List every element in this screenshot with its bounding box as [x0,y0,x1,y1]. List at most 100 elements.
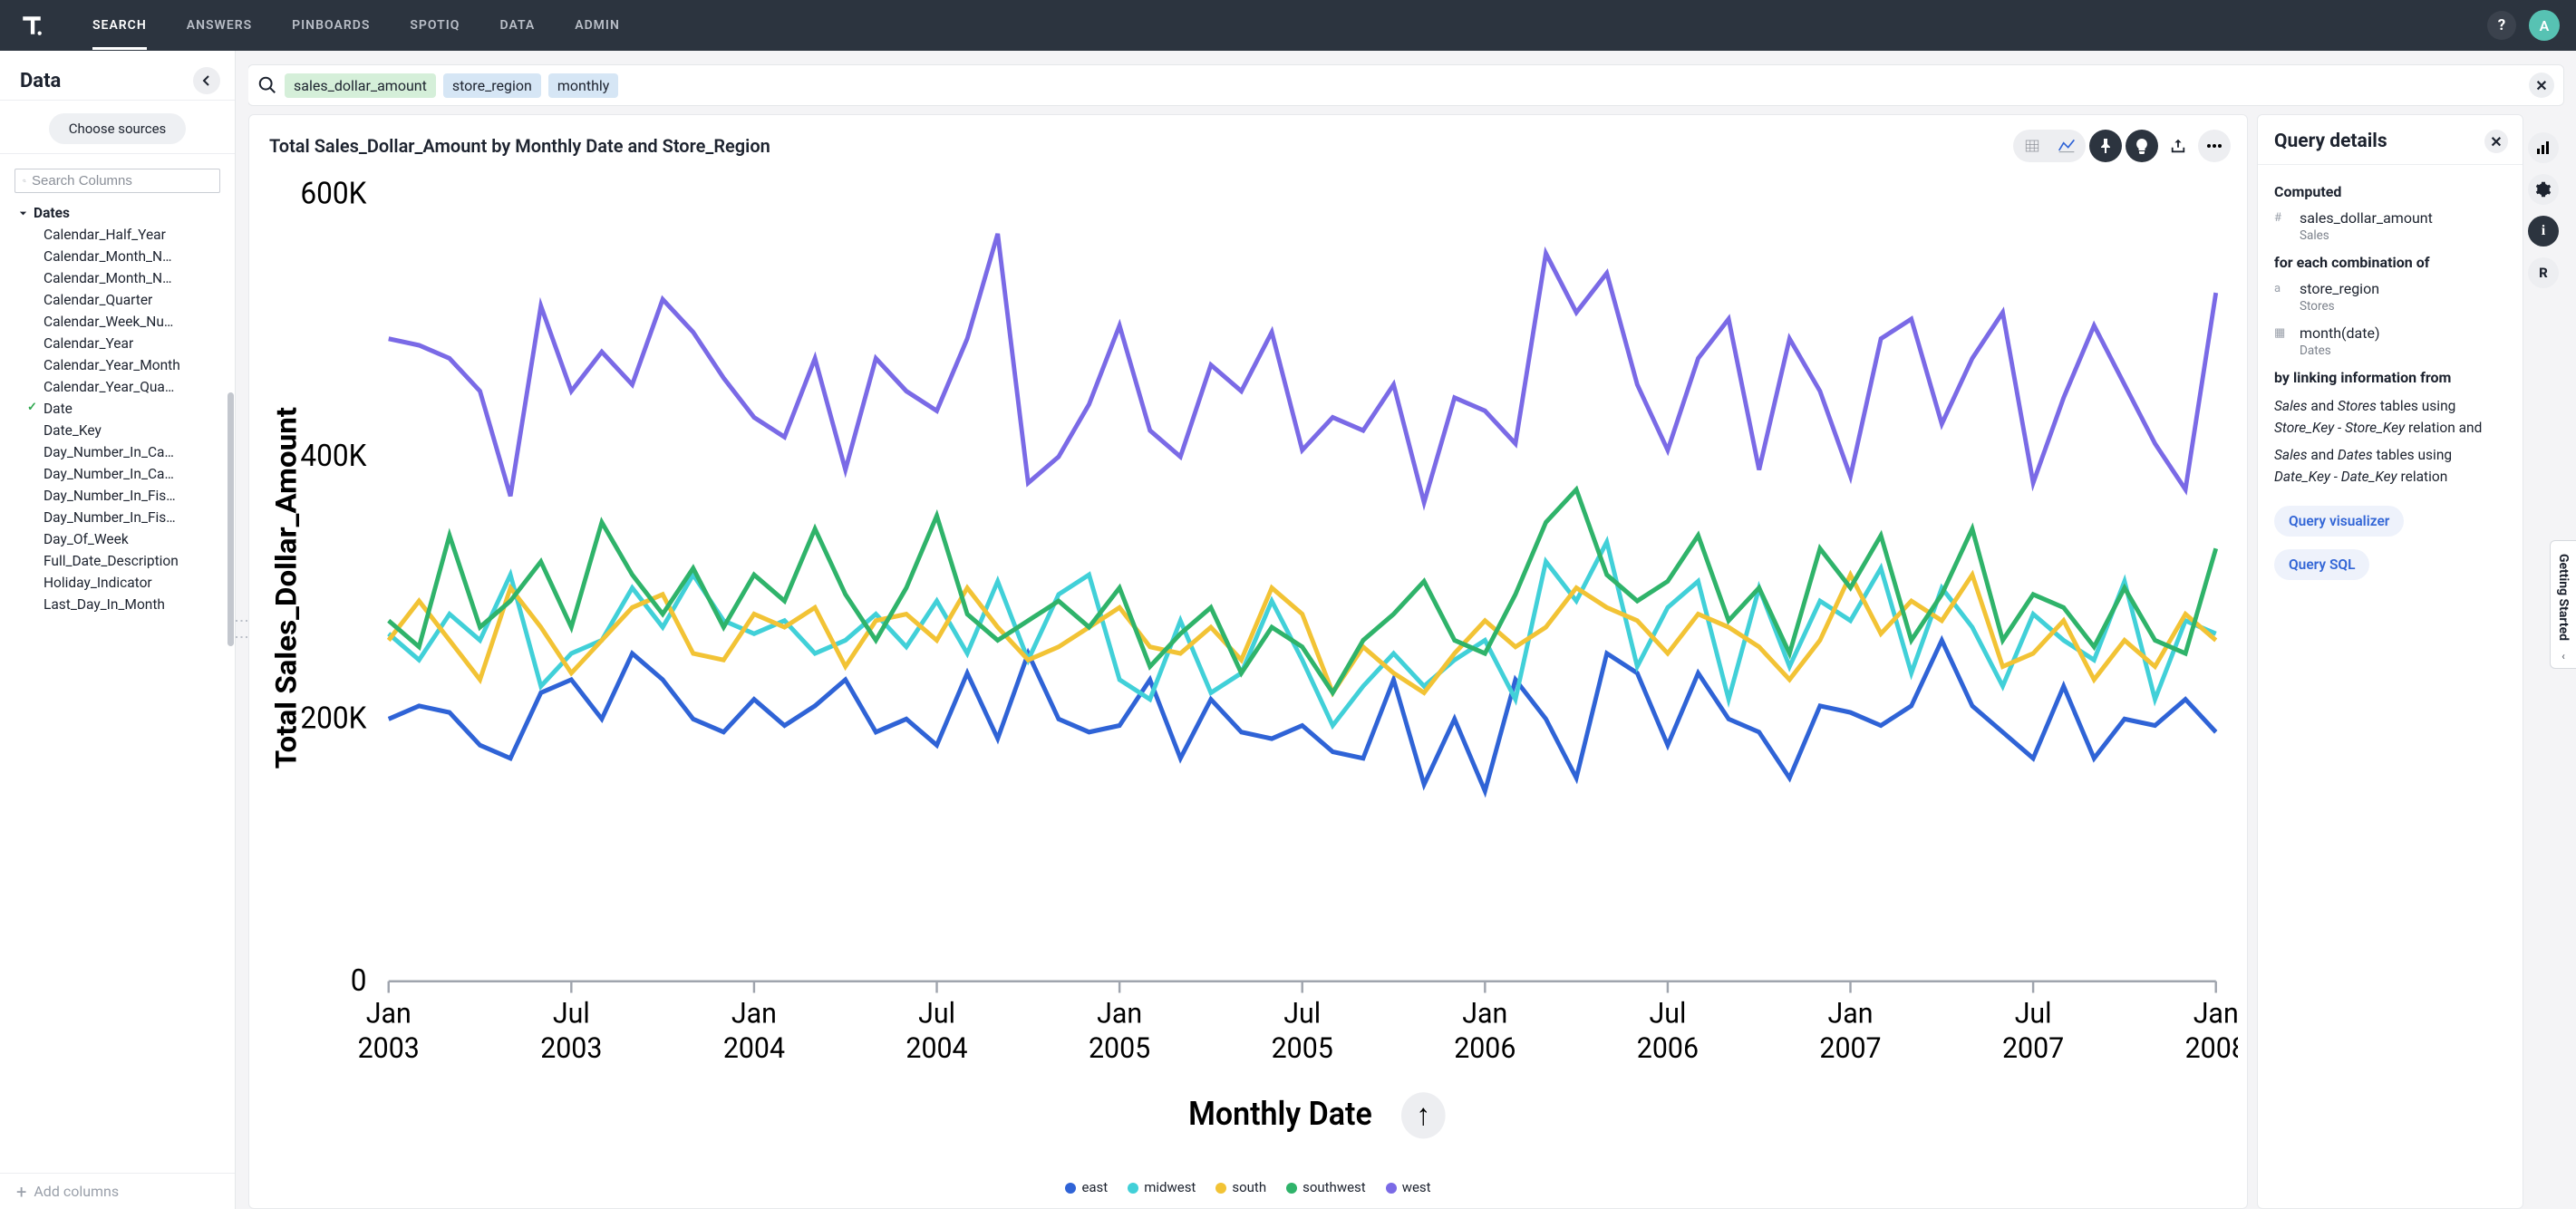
more-icon [2206,143,2223,149]
computed-field-source: Sales [2300,228,2433,243]
table-view-toggle[interactable] [2015,131,2049,160]
nav-search[interactable]: SEARCH [92,2,147,50]
legend-item[interactable]: midwest [1128,1179,1196,1195]
spotiq-button[interactable] [2126,130,2158,162]
column-item[interactable]: Day_Number_In_Fis… [18,507,229,528]
column-item[interactable]: Day_Number_In_Ca… [18,463,229,485]
add-columns-button[interactable]: + Add columns [0,1173,235,1209]
lightbulb-icon [2135,138,2149,154]
r-icon: R [2539,265,2548,281]
app-logo-icon[interactable] [16,10,47,41]
getting-started-tab[interactable]: Getting Started ‹ [2550,540,2576,669]
foreach-field-source: Stores [2300,299,2379,314]
column-item[interactable]: Day_Number_In_Ca… [18,441,229,463]
column-item[interactable]: Calendar_Year_Qua… [18,376,229,398]
svg-text:2004: 2004 [723,1030,785,1065]
table-icon [2024,138,2040,154]
scrollbar-thumb[interactable] [228,392,234,646]
column-item[interactable]: Calendar_Month_N… [18,267,229,289]
tree-section-dates[interactable]: Dates [18,202,229,224]
query-details-title: Query details [2274,131,2387,152]
close-details-button[interactable]: ✕ [2484,130,2508,153]
type-icon: ▦ [2274,326,2290,340]
foreach-field-name: month(date) [2300,324,2380,342]
linking-line: Sales and Stores tables using Store_Key … [2274,395,2506,439]
pin-button[interactable] [2089,130,2122,162]
search-columns-field[interactable] [15,169,220,193]
column-item[interactable]: Full_Date_Description [18,550,229,572]
column-item[interactable]: Date_Key [18,420,229,441]
query-visualizer-button[interactable]: Query visualizer [2274,506,2404,537]
column-item[interactable]: Last_Day_In_Month [18,594,229,615]
sidebar-collapse-button[interactable] [193,67,220,94]
share-icon [2170,138,2186,154]
search-bar[interactable]: sales_dollar_amount store_region monthly ✕ [248,65,2563,105]
column-item[interactable]: Holiday_Indicator [18,572,229,594]
search-icon [257,75,277,95]
share-button[interactable] [2162,130,2194,162]
info-button[interactable]: i [2528,216,2559,247]
svg-text:Jan: Jan [1828,996,1874,1030]
svg-text:200K: 200K [300,701,367,736]
svg-text:2008: 2008 [2185,1030,2238,1065]
columns-tree: Dates Calendar_Half_YearCalendar_Month_N… [0,202,235,1173]
r-analysis-button[interactable]: R [2528,257,2559,288]
search-columns-input[interactable] [32,173,212,189]
chart-config-button[interactable] [2528,132,2559,163]
hash-icon: # [2274,211,2290,225]
sidebar-splitter[interactable]: ⋮⋮ [236,51,248,1209]
bar-chart-icon [2536,140,2551,155]
help-button[interactable]: ? [2487,11,2516,40]
column-item[interactable]: Calendar_Half_Year [18,224,229,246]
nav-pinboards[interactable]: PINBOARDS [292,2,370,50]
svg-text:Jan: Jan [366,996,412,1030]
column-item[interactable]: Calendar_Year [18,333,229,354]
svg-text:0: 0 [351,962,367,998]
column-item[interactable]: Calendar_Quarter [18,289,229,311]
svg-text:2006: 2006 [1454,1030,1516,1065]
svg-text:400K: 400K [300,438,367,473]
svg-text:Jan: Jan [731,996,777,1030]
settings-button[interactable] [2528,174,2559,205]
legend-item[interactable]: southwest [1286,1179,1366,1195]
svg-text:2006: 2006 [1637,1030,1699,1065]
column-item[interactable]: Day_Of_Week [18,528,229,550]
search-pill[interactable]: monthly [548,73,619,98]
view-toggle [2013,130,2086,162]
svg-text:2004: 2004 [905,1030,967,1065]
svg-text:2005: 2005 [1089,1030,1150,1065]
linking-heading: by linking information from [2274,369,2506,386]
column-item[interactable]: Calendar_Year_Month [18,354,229,376]
column-item[interactable]: Day_Number_In_Fis… [18,485,229,507]
user-avatar[interactable]: A [2529,10,2560,41]
search-pill[interactable]: sales_dollar_amount [285,73,436,98]
add-columns-label: Add columns [34,1183,119,1200]
svg-text:2003: 2003 [540,1030,602,1065]
chart-card: Total Sales_Dollar_Amount by Monthly Dat… [248,114,2248,1209]
nav-items: SEARCH ANSWERS PINBOARDS SPOTIQ DATA ADMIN [92,2,620,50]
tree-section-label: Dates [34,205,70,221]
column-item[interactable]: Calendar_Month_N… [18,246,229,267]
svg-text:2007: 2007 [2002,1030,2064,1065]
chart-view-toggle[interactable] [2049,131,2084,160]
query-sql-button[interactable]: Query SQL [2274,549,2369,580]
column-item[interactable]: Date [18,398,229,420]
legend-item[interactable]: west [1386,1179,1431,1195]
search-pill[interactable]: store_region [443,73,541,98]
svg-text:Jan: Jan [1097,996,1142,1030]
nav-spotiq[interactable]: SPOTIQ [410,2,460,50]
clear-search-button[interactable]: ✕ [2529,73,2554,98]
nav-answers[interactable]: ANSWERS [187,2,252,50]
nav-data[interactable]: DATA [499,2,535,50]
column-item[interactable]: Calendar_Week_Nu… [18,311,229,333]
svg-text:Jul: Jul [1649,996,1686,1030]
more-actions-button[interactable] [2198,130,2231,162]
gear-icon [2535,181,2552,198]
svg-text:600K: 600K [300,176,367,211]
legend-item[interactable]: south [1215,1179,1266,1195]
choose-sources-button[interactable]: Choose sources [49,113,187,144]
svg-text:2005: 2005 [1272,1030,1333,1065]
line-chart[interactable]: 0200K400K600KTotal Sales_Dollar_AmountJa… [257,171,2238,1166]
legend-item[interactable]: east [1065,1179,1108,1195]
nav-admin[interactable]: ADMIN [575,2,620,50]
